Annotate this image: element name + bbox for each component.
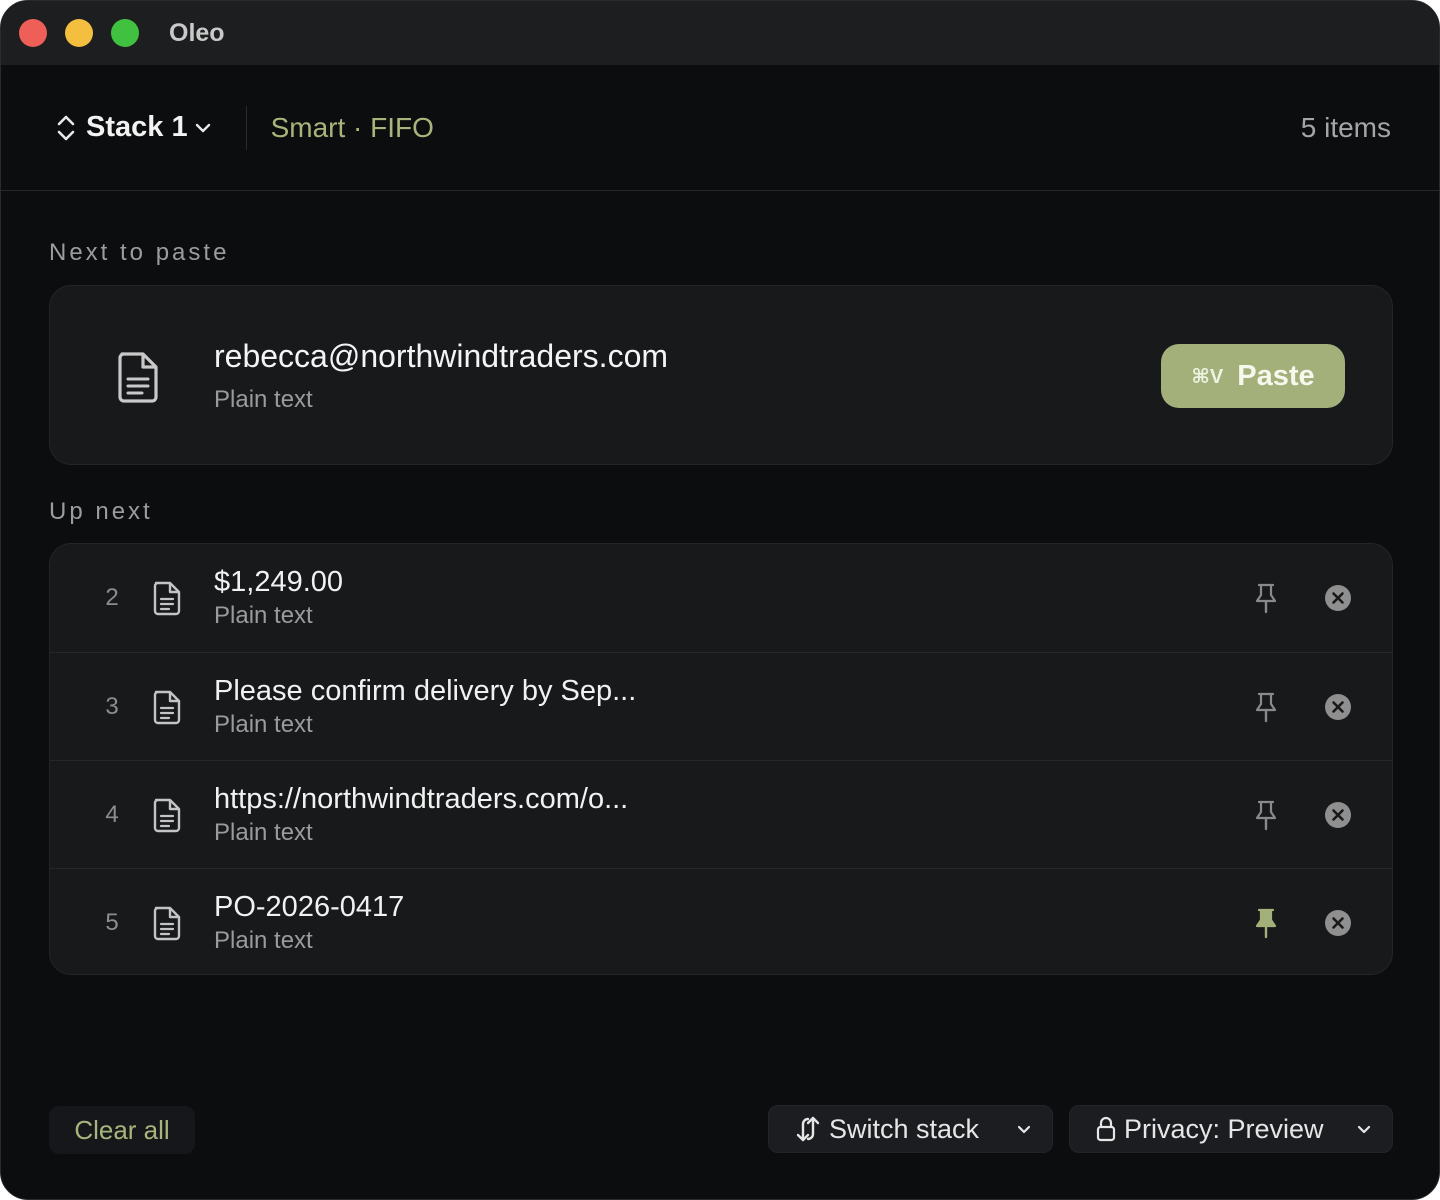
minimize-window-button[interactable] [65,19,93,47]
stack-header: Stack 1 Smart · FIFO 5 items [1,65,1439,191]
queue-item[interactable]: 2 $1,249.00 Plain text [50,544,1392,652]
chevron-down-icon [195,123,210,132]
pin-icon[interactable] [1253,799,1279,831]
document-icon [153,581,181,616]
chevron-down-icon [1357,1125,1371,1134]
document-icon [153,798,181,833]
queue-item-index: 5 [105,909,119,936]
lock-icon [1096,1116,1116,1142]
paste-button-label: Paste [1237,359,1315,392]
stack-mode: Smart · FIFO [270,111,434,143]
up-down-chevrons-icon [57,115,75,140]
queue-item-type: Plain text [214,602,313,629]
chevron-down-icon [1017,1125,1031,1134]
queue-item-type: Plain text [214,711,313,738]
queue-item[interactable]: 5 PO-2026-0417 Plain text [50,868,1392,974]
queue-item-index: 4 [105,801,119,828]
queue-item-type: Plain text [214,819,313,846]
next-item-type: Plain text [214,386,313,413]
document-icon [118,352,158,403]
privacy-mode-label: Privacy: Preview [1124,1113,1324,1144]
zoom-window-button[interactable] [111,19,139,47]
queue-item-title: $1,249.00 [214,566,344,598]
queue-item-type: Plain text [214,927,313,954]
header-divider [245,105,247,150]
document-icon [153,906,181,941]
up-next-list: 2 $1,249.00 Plain text 3 Please confirm deli… [49,543,1393,975]
queue-item-title: https://northwindtraders.com/o... [214,783,629,815]
stack-name: Stack 1 [86,111,188,143]
swap-arrows-icon [796,1116,820,1142]
switch-stack-label: Switch stack [829,1113,980,1144]
next-to-paste-label: Next to paste [49,239,230,266]
next-to-paste-card[interactable]: rebecca@northwindtraders.com Plain text … [49,285,1393,465]
close-circle-icon[interactable] [1324,801,1352,829]
switch-stack-button[interactable]: Switch stack [768,1105,1053,1153]
queue-item-index: 3 [105,693,119,720]
close-window-button[interactable] [19,19,47,47]
item-count: 5 items [1300,111,1391,143]
document-icon [153,690,181,725]
privacy-mode-button[interactable]: Privacy: Preview [1069,1105,1393,1153]
window-title: Oleo [169,18,225,47]
paste-button[interactable]: ⌘V Paste [1161,344,1345,408]
stack-picker-button[interactable]: Stack 1 [55,111,212,144]
pin-icon[interactable] [1253,582,1279,614]
close-circle-icon[interactable] [1324,693,1352,721]
clear-all-button[interactable]: Clear all [49,1106,195,1154]
pin-icon[interactable] [1253,907,1279,939]
window-controls [19,19,139,47]
queue-item-title: PO-2026-0417 [214,891,405,923]
queue-item-index: 2 [105,584,119,611]
close-circle-icon[interactable] [1324,584,1352,612]
title-bar: Oleo [1,1,1439,65]
queue-item-title: Please confirm delivery by Sep... [214,675,637,707]
paste-shortcut: ⌘V [1191,365,1224,388]
app-window: Oleo Stack 1 Smart · FIFO 5 items Next t… [0,0,1440,1200]
queue-item[interactable]: 4 https://northwindtraders.com/o... Plain … [50,760,1392,868]
up-next-label: Up next [49,498,153,525]
queue-item[interactable]: 3 Please confirm delivery by Sep... Plain … [50,652,1392,760]
pin-icon[interactable] [1253,691,1279,723]
close-circle-icon[interactable] [1324,909,1352,937]
next-item-title: rebecca@northwindtraders.com [214,338,669,374]
